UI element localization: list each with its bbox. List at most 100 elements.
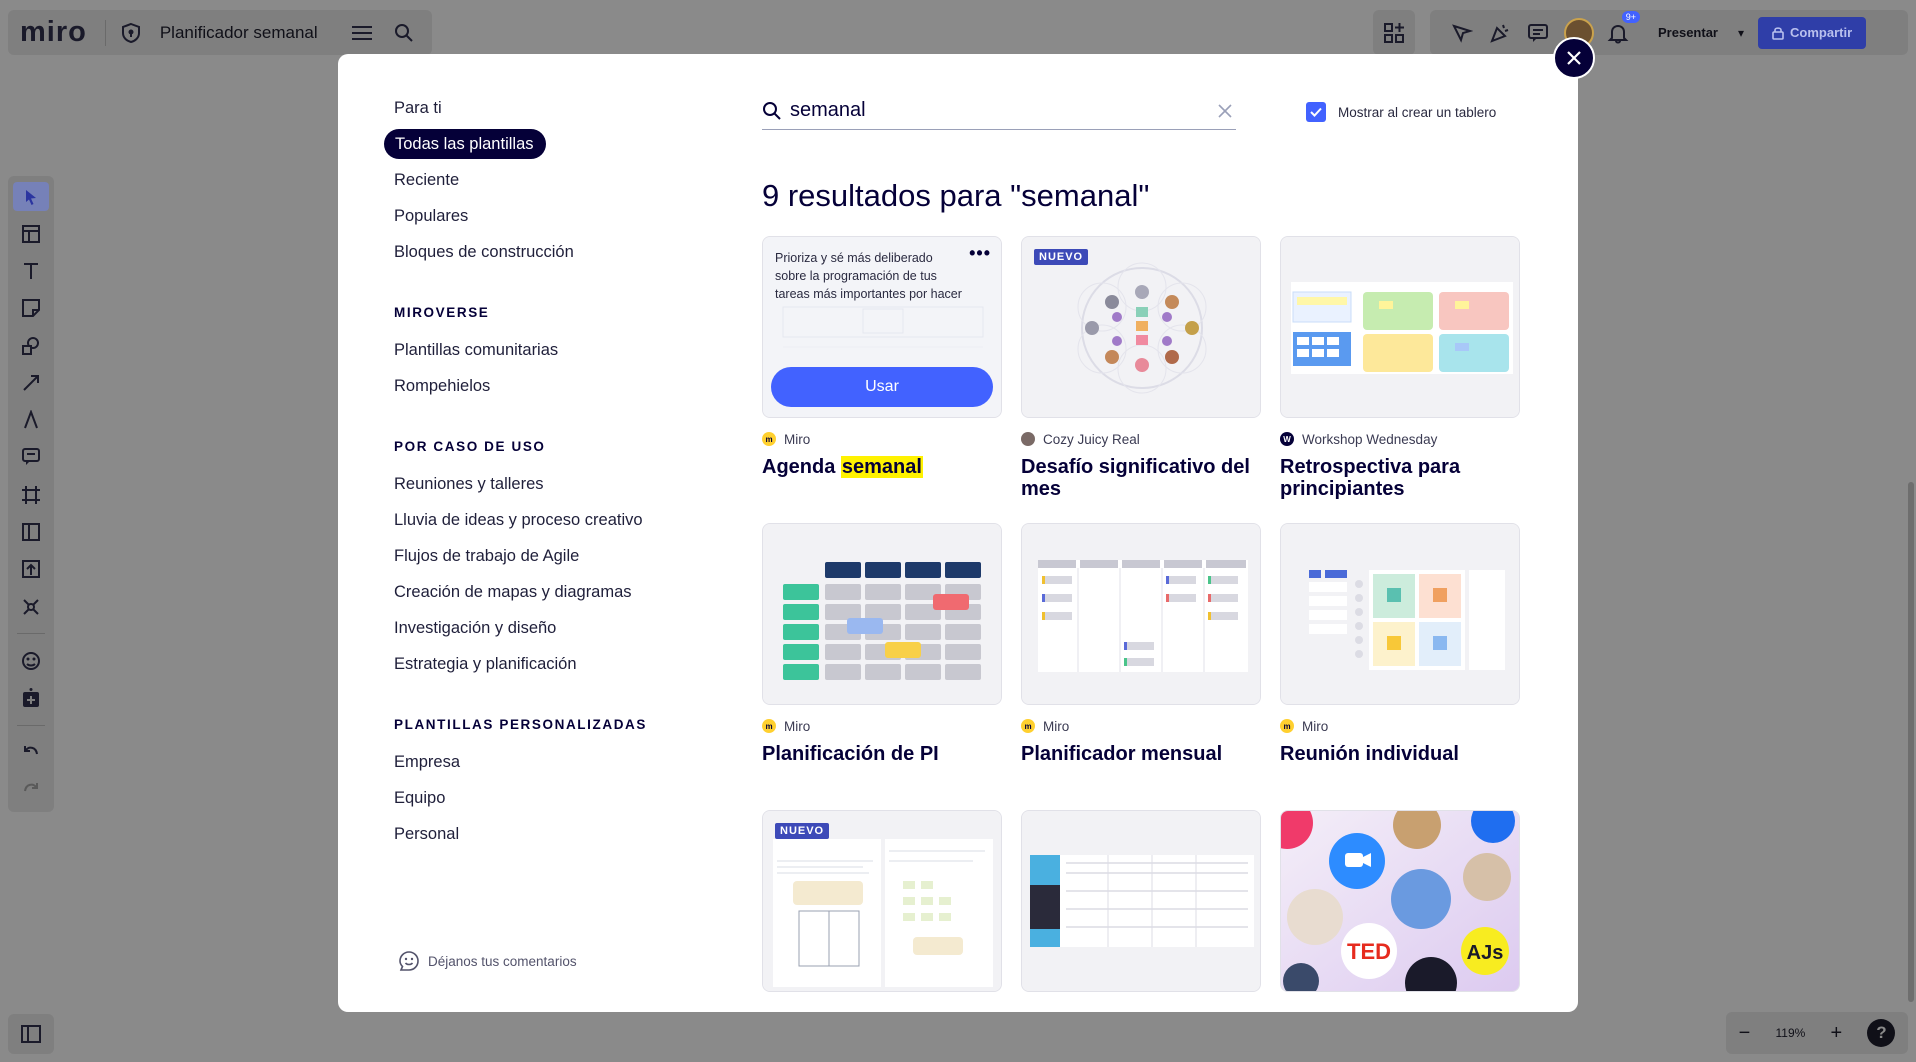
template-card-agenda-semanal[interactable]: Prioriza y sé más deliberado sobre la pr… xyxy=(762,236,1002,491)
upload-tool-icon[interactable] xyxy=(13,555,49,584)
nav-item-bloques-de-construccion[interactable]: Bloques de construcción xyxy=(384,234,714,270)
more-options-icon[interactable]: ••• xyxy=(969,243,991,264)
zoom-out-icon[interactable]: − xyxy=(1739,1022,1751,1045)
ted-logo: TED xyxy=(1347,939,1391,964)
template-title[interactable]: Retrospectiva para principiantes xyxy=(1280,456,1520,500)
bell-icon[interactable]: 9+ xyxy=(1604,10,1640,47)
ai-tool-icon[interactable] xyxy=(13,646,49,675)
template-thumbnail[interactable] xyxy=(1280,236,1520,418)
text-tool-icon[interactable] xyxy=(13,257,49,286)
nav-item-populares[interactable]: Populares xyxy=(384,198,714,234)
nav-item-equipo[interactable]: Equipo xyxy=(384,780,714,816)
template-author: W Workshop Wednesday xyxy=(1280,430,1520,448)
section-heading-por-caso-de-uso: POR CASO DE USO xyxy=(394,438,546,454)
template-card-desafio-significativo[interactable]: NUEVO Cozy Juicy Real Desafío significat… xyxy=(1021,236,1261,500)
template-title[interactable]: Agenda semanal xyxy=(762,456,1002,478)
nav-item-para-ti[interactable]: Para ti xyxy=(384,90,714,126)
show-on-create-option[interactable]: Mostrar al crear un tablero xyxy=(1306,102,1496,122)
undo-icon[interactable] xyxy=(13,737,49,766)
miro-author-icon: m xyxy=(1280,719,1294,733)
board-header: miro Planificador semanal xyxy=(8,10,432,55)
nav-item-empresa[interactable]: Empresa xyxy=(384,744,714,780)
close-modal-button[interactable] xyxy=(1553,37,1595,79)
ajs-logo: AJs xyxy=(1467,942,1504,964)
nav-item-agile[interactable]: Flujos de trabajo de Agile xyxy=(384,538,714,574)
template-card-7[interactable]: NUEVO xyxy=(762,810,1002,1012)
chevron-down-icon[interactable]: ▾ xyxy=(1738,26,1744,40)
template-search-input[interactable] xyxy=(790,99,1214,122)
redo-icon[interactable] xyxy=(13,775,49,804)
shapes-tool-icon[interactable] xyxy=(13,331,49,360)
share-button[interactable]: Compartir xyxy=(1758,16,1867,49)
nav-item-investigacion[interactable]: Investigación y diseño xyxy=(384,610,714,646)
frame-tool-icon[interactable] xyxy=(13,480,49,509)
use-template-button[interactable]: Usar xyxy=(771,367,993,407)
canvas-scrollbar[interactable] xyxy=(1908,482,1914,1002)
template-title[interactable]: Planificador mensual xyxy=(1021,743,1261,765)
nav-item-mapas-y-diagramas[interactable]: Creación de mapas y diagramas xyxy=(384,574,714,610)
toolbar-divider xyxy=(17,633,45,634)
nav-item-reuniones[interactable]: Reuniones y talleres xyxy=(384,466,714,502)
template-thumbnail[interactable]: NUEVO xyxy=(1021,236,1261,418)
search-icon[interactable] xyxy=(390,19,418,47)
template-thumbnail[interactable]: TED AJs xyxy=(1280,810,1520,992)
present-button[interactable]: Presentar xyxy=(1658,25,1718,40)
help-icon[interactable]: ? xyxy=(1867,1019,1896,1047)
template-description: Prioriza y sé más deliberado sobre la pr… xyxy=(775,251,962,301)
nav-item-rompehielos[interactable]: Rompehielos xyxy=(384,368,714,404)
template-card-planificacion-pi[interactable]: m Miro Planificación de PI xyxy=(762,523,1002,778)
celebrate-icon[interactable] xyxy=(1486,19,1514,47)
nav-item-lluvia-de-ideas[interactable]: Lluvia de ideas y proceso creativo xyxy=(384,502,714,538)
pen-tool-icon[interactable] xyxy=(13,406,49,435)
select-tool-icon[interactable] xyxy=(13,182,49,212)
template-card-planificador-mensual[interactable]: m Miro Planificador mensual xyxy=(1021,523,1261,778)
template-thumbnail[interactable] xyxy=(762,523,1002,705)
zoom-in-icon[interactable]: + xyxy=(1831,1022,1843,1045)
template-card-reunion-individual[interactable]: m Miro Reunión individual xyxy=(1280,523,1520,778)
close-icon xyxy=(1567,51,1581,65)
board-title[interactable]: Planificador semanal xyxy=(160,23,318,43)
author-name: Miro xyxy=(784,718,811,734)
template-thumbnail[interactable] xyxy=(1280,523,1520,705)
more-apps-icon[interactable] xyxy=(13,683,49,712)
template-title[interactable]: Reunión individual xyxy=(1280,743,1520,765)
nav-item-plantillas-comunitarias[interactable]: Plantillas comunitarias xyxy=(384,332,714,368)
connector-tool-icon[interactable] xyxy=(13,368,49,397)
comment-tool-icon[interactable] xyxy=(13,443,49,472)
menu-icon[interactable] xyxy=(348,19,376,47)
template-author: m Miro xyxy=(762,717,1002,735)
panel-toggle-icon[interactable] xyxy=(8,1014,54,1054)
template-author: m Miro xyxy=(762,430,1002,448)
template-thumbnail[interactable]: Prioriza y sé más deliberado sobre la pr… xyxy=(762,236,1002,418)
cursor-flag-icon[interactable] xyxy=(1448,19,1476,47)
show-on-create-checkbox[interactable] xyxy=(1306,102,1326,122)
template-thumbnail[interactable] xyxy=(1021,523,1261,705)
section-heading-miroverse: MIROVERSE xyxy=(394,304,490,320)
comments-icon[interactable] xyxy=(1524,19,1552,47)
nav-item-personal[interactable]: Personal xyxy=(384,816,714,852)
nav-item-estrategia[interactable]: Estrategia y planificación xyxy=(384,646,714,682)
template-thumbnail[interactable]: NUEVO xyxy=(762,810,1002,992)
sticky-note-tool-icon[interactable] xyxy=(13,294,49,323)
nav-item-todas-las-plantillas[interactable]: Todas las plantillas xyxy=(384,129,546,159)
template-title[interactable]: Planificación de PI xyxy=(762,743,1002,765)
smile-chat-icon xyxy=(399,951,419,971)
template-card-8[interactable] xyxy=(1021,810,1261,1012)
nav-item-reciente[interactable]: Reciente xyxy=(384,162,714,198)
notification-badge: 9+ xyxy=(1621,10,1640,23)
mind-map-tool-icon[interactable] xyxy=(13,592,49,621)
apps-icon[interactable] xyxy=(1380,19,1408,47)
apps-toolbar xyxy=(1373,10,1415,55)
template-title[interactable]: Desafío significativo del mes xyxy=(1021,456,1261,500)
template-card-9[interactable]: TED AJs xyxy=(1280,810,1520,1012)
template-card-retrospectiva[interactable]: W Workshop Wednesday Retrospectiva para … xyxy=(1280,236,1520,500)
share-label: Compartir xyxy=(1790,25,1853,40)
card-tool-icon[interactable] xyxy=(13,517,49,546)
template-thumbnail[interactable] xyxy=(1021,810,1261,992)
shield-icon[interactable] xyxy=(120,22,142,44)
miro-logo[interactable]: miro xyxy=(20,16,87,49)
feedback-link[interactable]: Déjanos tus comentarios xyxy=(398,950,577,972)
zoom-level[interactable]: 119% xyxy=(1775,1026,1805,1040)
templates-tool-icon[interactable] xyxy=(13,219,49,248)
clear-search-icon[interactable] xyxy=(1214,100,1236,122)
